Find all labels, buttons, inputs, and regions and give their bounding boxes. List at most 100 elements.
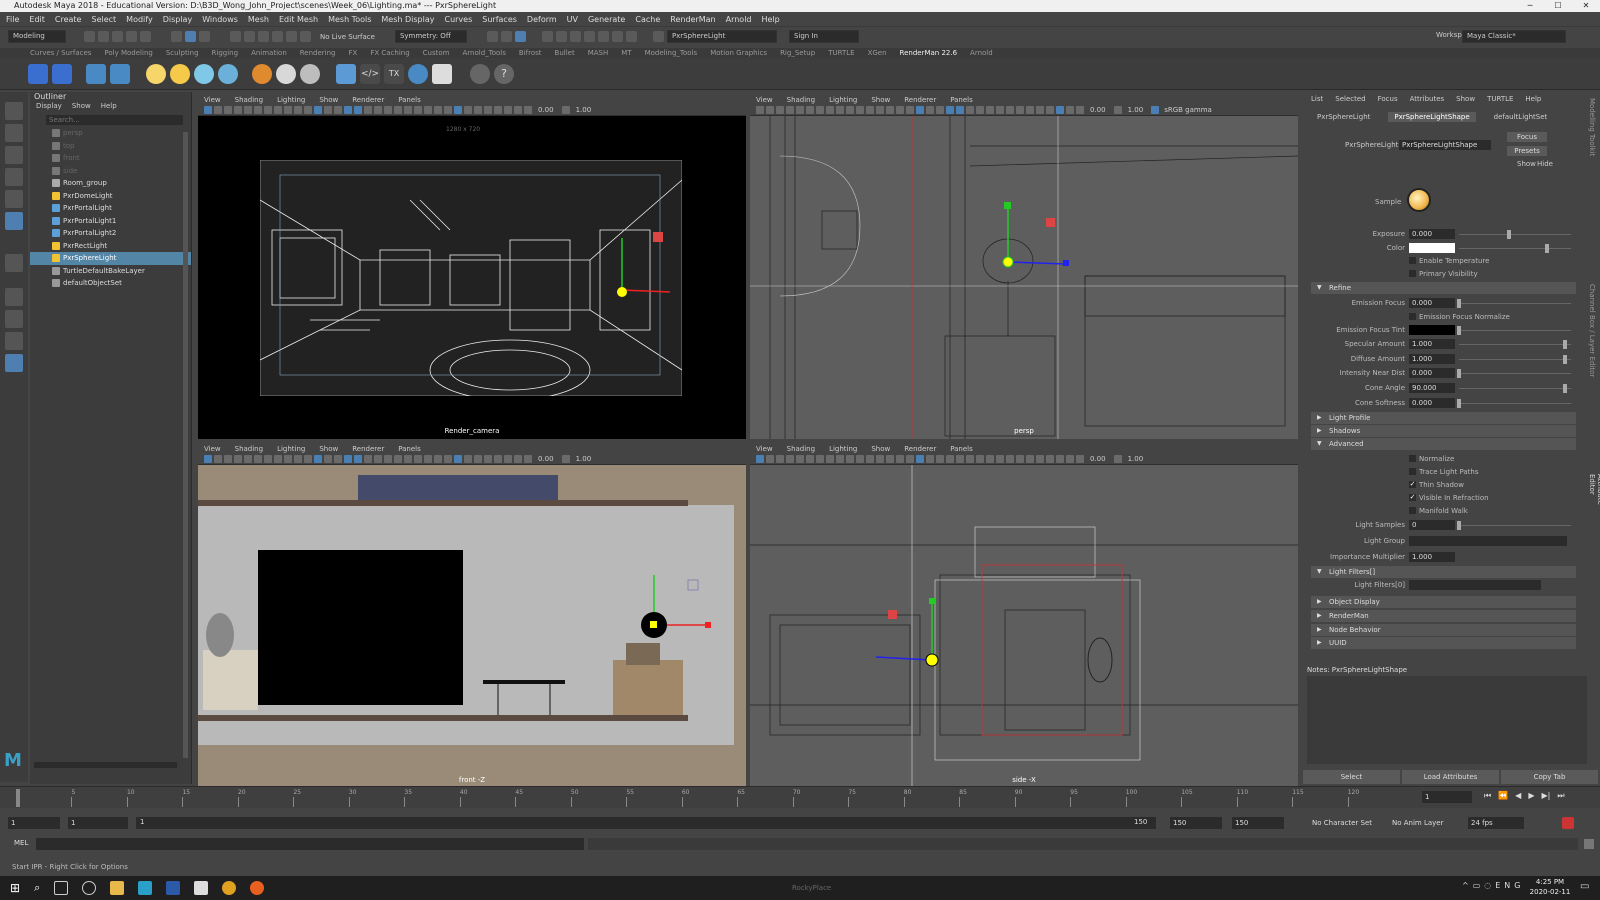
current-frame-marker[interactable] (16, 789, 20, 807)
viewport-front[interactable]: View Shading Lighting Show Renderer Panels 0.… (198, 443, 746, 788)
uuid-section[interactable]: ▶ UUID (1311, 637, 1576, 649)
move-tool-icon[interactable] (5, 168, 23, 186)
viewport-menu-show[interactable]: Show (319, 96, 338, 104)
clock-date[interactable]: 2020-02-11 (1526, 888, 1574, 896)
outliner-item[interactable]: Room_group (30, 177, 191, 190)
cone-softness-slider[interactable] (1457, 399, 1461, 408)
menu-help[interactable]: Help (762, 15, 780, 24)
step-back-icon[interactable]: ◀ (1515, 791, 1521, 801)
exposure-value[interactable]: 0.00 (1090, 106, 1106, 114)
viewport-menu-panels[interactable]: Panels (950, 96, 973, 104)
viewport-menu-renderer[interactable]: Renderer (904, 445, 936, 453)
outliner-item[interactable]: PxrPortalLight1 (30, 215, 191, 228)
help-icon[interactable]: ? (494, 63, 514, 84)
step-forward-icon[interactable]: ▶| (1541, 791, 1550, 801)
playback-start-field[interactable]: 1 (68, 817, 128, 829)
attr-menu-item[interactable]: Help (1525, 95, 1541, 103)
light-samples-field[interactable]: 0 (1409, 520, 1455, 530)
node-name-field[interactable]: PxrSphereLightShape (1399, 140, 1491, 150)
menu-mesh-tools[interactable]: Mesh Tools (328, 15, 371, 24)
viewport-menu-panels[interactable]: Panels (398, 445, 421, 453)
tx-icon[interactable]: TX (384, 63, 404, 84)
intensity-near-slider[interactable] (1457, 369, 1461, 378)
outliner-search[interactable]: Search... (46, 115, 183, 125)
playback-end-field[interactable]: 150 (1170, 817, 1222, 829)
lasso-tool-icon[interactable] (5, 124, 23, 142)
select-tool-icon[interactable] (5, 102, 23, 120)
workspace-dropdown[interactable]: Maya Classic* (1462, 30, 1566, 43)
sign-in-button[interactable]: Sign In (788, 30, 859, 43)
ipr-render-icon[interactable] (569, 31, 581, 42)
shelf-tab[interactable]: Curves / Surfaces (30, 49, 91, 57)
shelf-tab[interactable]: FX (349, 49, 358, 57)
save-scene-icon[interactable] (112, 31, 123, 42)
menu-surfaces[interactable]: Surfaces (482, 15, 517, 24)
light-samples-slider[interactable] (1457, 521, 1461, 530)
renderman-ipr-icon[interactable] (52, 63, 72, 84)
taskbar-app-label[interactable]: RockyPlace (792, 884, 831, 892)
range-bar[interactable] (136, 817, 1156, 829)
gamma-value[interactable]: 1.00 (576, 455, 592, 463)
undo-icon[interactable] (126, 31, 137, 42)
select-hierarchy-icon[interactable] (171, 31, 182, 42)
history-icon[interactable] (486, 31, 498, 42)
viewport-menu-show[interactable]: Show (871, 96, 890, 104)
attr-menu-item[interactable]: Selected (1335, 95, 1365, 103)
advanced-section[interactable]: ▼ Advanced (1311, 438, 1576, 450)
hide-button[interactable]: Hide (1537, 160, 1553, 168)
step-back-key-icon[interactable]: ⏪ (1498, 791, 1508, 801)
code-icon[interactable]: </> (360, 63, 380, 84)
windows-start-icon[interactable]: ⊞ (10, 881, 20, 895)
side-tab-attribute-editor[interactable]: Attribute Editor (1588, 474, 1600, 505)
viewport-menu-lighting[interactable]: Lighting (829, 445, 857, 453)
notes-field[interactable] (1307, 676, 1587, 764)
attr-node-tab[interactable]: defaultLightSet (1488, 112, 1554, 122)
new-scene-icon[interactable] (84, 31, 95, 42)
outliner-item[interactable]: PxrPortalLight (30, 202, 191, 215)
snap-live-icon[interactable] (300, 31, 311, 42)
menu-windows[interactable]: Windows (202, 15, 238, 24)
attr-menu-item[interactable]: Show (1456, 95, 1475, 103)
select-component-icon[interactable] (199, 31, 210, 42)
gamma-value[interactable]: 1.00 (1128, 106, 1144, 114)
shadows-section[interactable]: ▶ Shadows (1311, 425, 1576, 437)
moon-icon[interactable] (408, 63, 428, 84)
histogram-icon[interactable] (432, 63, 452, 84)
outliner-pane-icon[interactable] (5, 354, 23, 372)
menu-create[interactable]: Create (55, 15, 82, 24)
pause-icon[interactable] (625, 31, 637, 42)
thin-shadow-checkbox[interactable]: ✓ Thin Shadow (1409, 479, 1600, 491)
light-editor-icon[interactable] (611, 31, 623, 42)
viewport-menu-shading[interactable]: Shading (787, 96, 815, 104)
attr-menu-item[interactable]: TURTLE (1487, 95, 1513, 103)
normalize-checkbox[interactable]: Normalize (1409, 453, 1600, 465)
dome-light-icon[interactable] (170, 63, 190, 84)
light-filters-field[interactable] (1409, 580, 1541, 590)
task-view-icon[interactable] (54, 881, 69, 895)
specular-slider[interactable] (1563, 340, 1567, 349)
close-icon[interactable]: ✕ (1572, 0, 1600, 12)
exposure-field[interactable]: 0.000 (1409, 229, 1455, 239)
command-input[interactable] (36, 838, 584, 850)
emission-focus-field[interactable]: 0.000 (1409, 298, 1455, 308)
light-profile-section[interactable]: ▶ Light Profile (1311, 412, 1576, 424)
mel-label[interactable]: MEL (14, 839, 28, 847)
cone-softness-field[interactable]: 0.000 (1409, 398, 1455, 408)
attr-menu-item[interactable]: Focus (1378, 95, 1398, 103)
outliner-item[interactable]: defaultObjectSet (30, 277, 191, 290)
manifold-walk-checkbox[interactable]: Manifold Walk (1409, 505, 1600, 517)
light-filters-section[interactable]: ▼ Light Filters[] (1311, 566, 1576, 578)
notification-icon[interactable]: ▭ (1580, 881, 1589, 892)
outliner-vscroll[interactable] (183, 132, 188, 758)
shelf-tab[interactable]: Bifrost (519, 49, 542, 57)
outliner-menu-item[interactable]: Help (101, 102, 117, 113)
last-tool-icon[interactable] (5, 254, 23, 272)
viewport-menu-panels[interactable]: Panels (398, 96, 421, 104)
outliner-item[interactable]: front (30, 152, 191, 165)
emission-focus-normalize-checkbox[interactable]: Emission Focus Normalize (1409, 311, 1600, 323)
focus-button[interactable]: Focus (1507, 132, 1547, 142)
auto-key-icon[interactable] (1562, 817, 1574, 829)
side-tab-channel-box[interactable]: Channel Box / Layer Editor (1588, 284, 1596, 377)
time-slider[interactable]: 1510152025303540455055606570758085909510… (0, 786, 1600, 808)
pattern-icon[interactable] (300, 63, 320, 84)
